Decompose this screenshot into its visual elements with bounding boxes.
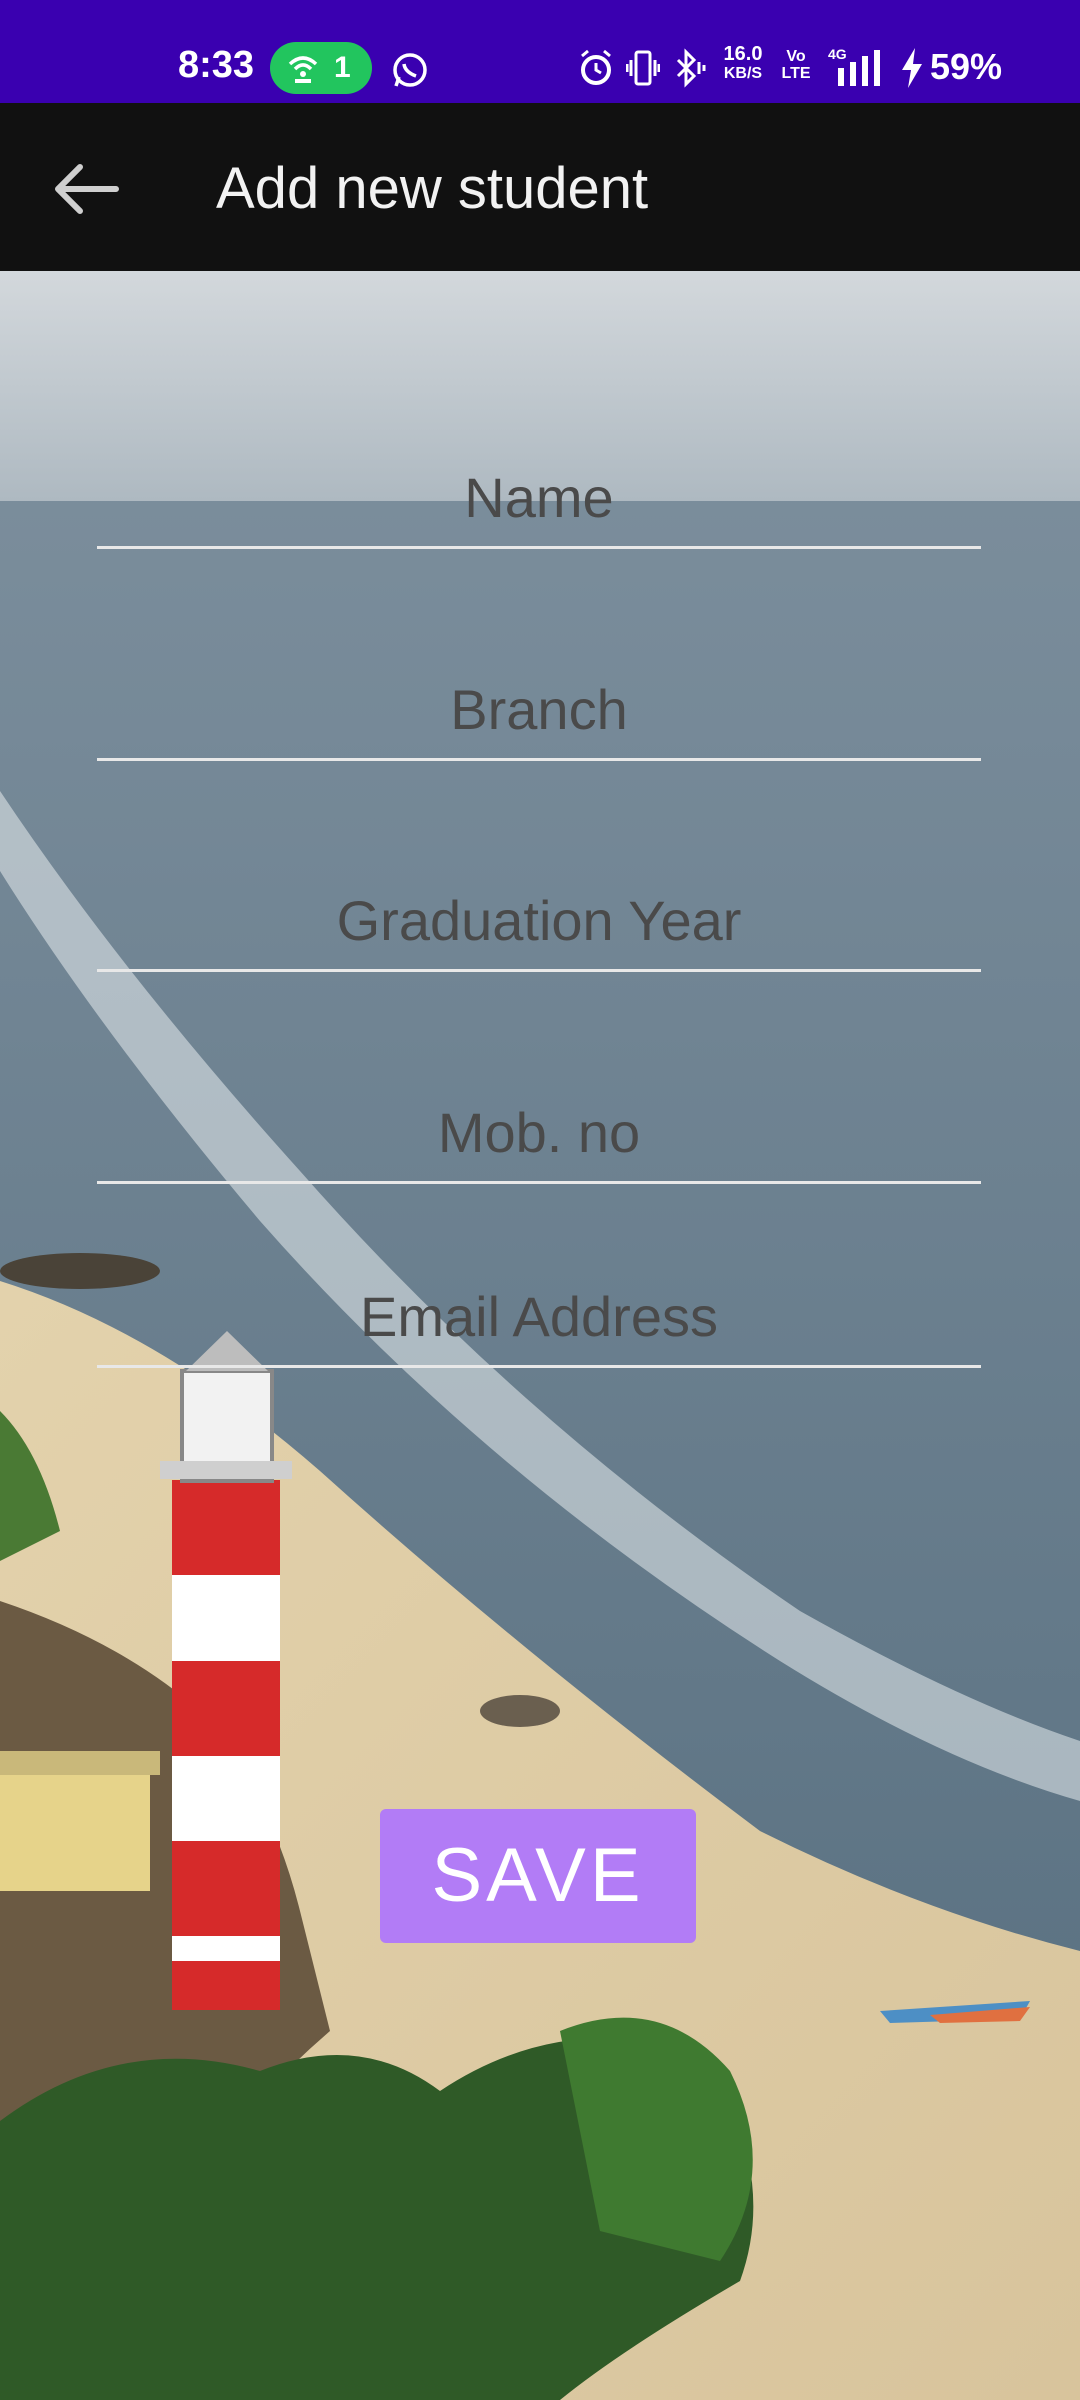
whatsapp-icon xyxy=(393,53,427,87)
email-field[interactable]: Email Address xyxy=(97,1275,981,1368)
branch-field[interactable]: Branch xyxy=(97,668,981,761)
save-button[interactable]: SAVE xyxy=(380,1809,696,1943)
hotspot-icon xyxy=(288,56,318,83)
arrow-left-icon[interactable] xyxy=(50,157,120,221)
branch-placeholder: Branch xyxy=(450,678,628,741)
name-field[interactable]: Name xyxy=(97,456,981,549)
mobile-placeholder: Mob. no xyxy=(437,1101,641,1164)
app-bar: Add new student xyxy=(0,103,1080,271)
network-speed-unit: KB/S xyxy=(723,65,763,82)
battery-percent: 59% xyxy=(930,46,1003,87)
hotspot-indicator: 1 xyxy=(270,42,372,94)
status-bar: 8:33 1 16.0 KB/S Vo LTE 4G 59% xyxy=(0,0,1080,103)
charging-icon xyxy=(902,48,922,88)
email-placeholder: Email Address xyxy=(360,1285,718,1348)
status-time: 8:33 xyxy=(178,44,255,86)
signal-icon xyxy=(838,50,880,86)
network-speed: 16.0 KB/S xyxy=(718,44,768,84)
graduation-year-field[interactable]: Graduation Year xyxy=(97,879,981,972)
mobile-number-field[interactable]: Mob. no xyxy=(97,1091,981,1184)
graduation-year-placeholder: Graduation Year xyxy=(336,889,742,952)
alarm-icon xyxy=(581,49,611,85)
network-speed-value: 16.0 xyxy=(723,43,763,65)
volte-top: Vo xyxy=(786,48,806,65)
name-placeholder: Name xyxy=(464,466,614,529)
hotspot-count: 1 xyxy=(334,51,351,84)
page-title: Add new student xyxy=(216,156,649,221)
volte-bottom: LTE xyxy=(781,65,811,82)
volte-indicator: Vo LTE xyxy=(778,48,814,82)
bluetooth-icon xyxy=(676,48,706,88)
vibrate-icon xyxy=(626,50,660,86)
form-screen: Name Branch Graduation Year Mob. no Emai… xyxy=(0,271,1080,2400)
